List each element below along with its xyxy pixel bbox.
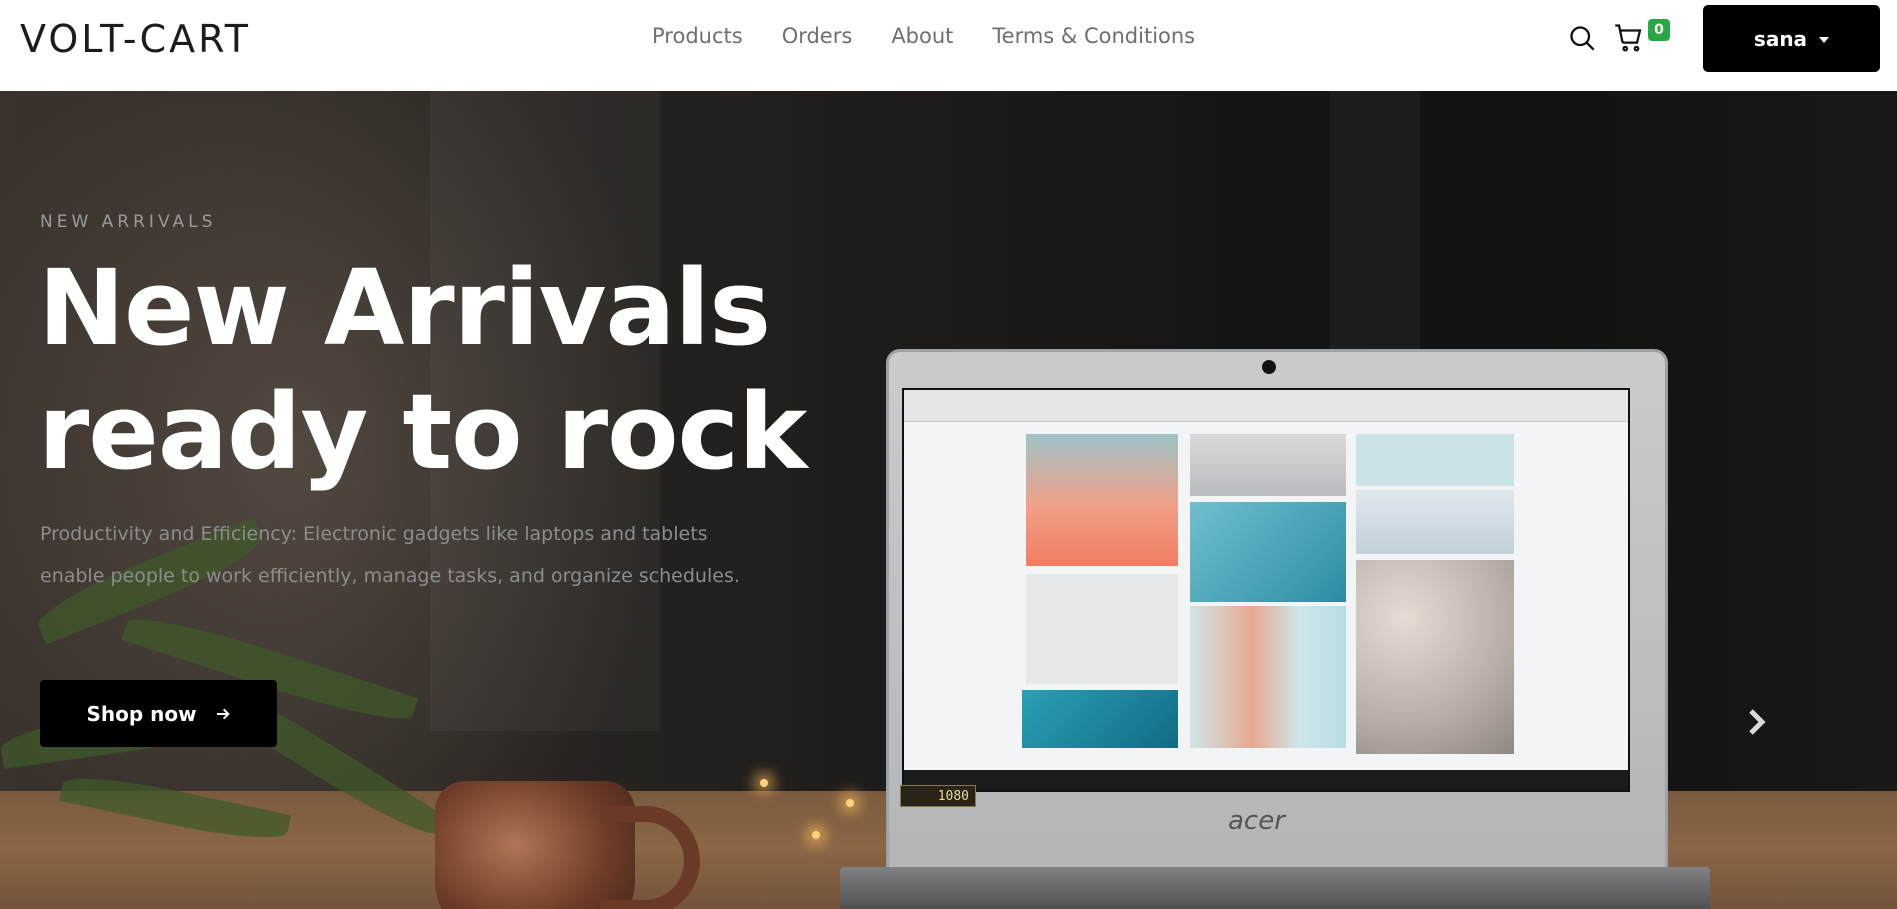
- webcam: [1262, 360, 1276, 374]
- search-icon[interactable]: [1568, 24, 1596, 52]
- photo-tile: [1026, 434, 1178, 566]
- hero-title-line-1: New Arrivals: [38, 247, 771, 369]
- fairy-light: [812, 831, 820, 839]
- photo-tile: [1356, 490, 1514, 554]
- os-taskbar: [904, 770, 1628, 790]
- laptop-screen: [902, 388, 1630, 792]
- photo-tile: [1356, 560, 1514, 754]
- carousel-next-button[interactable]: [1740, 705, 1774, 739]
- shop-now-button[interactable]: Shop now: [40, 680, 277, 747]
- photo-tile: [1356, 434, 1514, 486]
- laptop-brand-logo: acer: [1228, 806, 1285, 836]
- nav-link-orders[interactable]: Orders: [782, 24, 853, 48]
- main-nav: Products Orders About Terms & Conditions: [652, 24, 1234, 48]
- brand-logo[interactable]: VOLT-CART: [20, 17, 251, 61]
- hero-eyebrow: NEW ARRIVALS: [40, 212, 217, 232]
- photo-tile: [1190, 434, 1346, 496]
- photo-tile: [1022, 690, 1178, 748]
- photo-tile: [1190, 606, 1346, 748]
- full-hd-badge: 1080: [900, 785, 976, 807]
- user-menu-label: sana: [1753, 26, 1808, 51]
- nav-link-about[interactable]: About: [891, 24, 953, 48]
- fairy-light: [846, 799, 854, 807]
- caret-down-icon: [1819, 36, 1830, 43]
- hero-carousel: 1080 acer NEW ARRIVALS New Arrivals read…: [0, 91, 1897, 909]
- browser-toolbar: [904, 390, 1628, 422]
- chevron-right-icon: [1749, 709, 1766, 735]
- nav-link-products[interactable]: Products: [652, 24, 743, 48]
- hero-title: New Arrivals ready to rock: [38, 246, 858, 494]
- hero-title-line-2: ready to rock: [38, 371, 807, 493]
- arrow-right-icon: [216, 708, 230, 719]
- user-menu-button[interactable]: sana: [1703, 5, 1880, 72]
- photo-tile: [1026, 574, 1178, 684]
- hero-description: Productivity and Efficiency: Electronic …: [40, 523, 740, 587]
- navbar: VOLT-CART Products Orders About Terms & …: [0, 0, 1897, 91]
- shop-now-label: Shop now: [86, 701, 197, 726]
- laptop-keyboard-base: [840, 867, 1710, 909]
- cart-icon[interactable]: [1614, 23, 1644, 53]
- nav-link-terms[interactable]: Terms & Conditions: [992, 24, 1195, 48]
- fairy-light: [760, 779, 768, 787]
- cart-count-badge: 0: [1648, 19, 1670, 41]
- photo-tile: [1190, 502, 1346, 602]
